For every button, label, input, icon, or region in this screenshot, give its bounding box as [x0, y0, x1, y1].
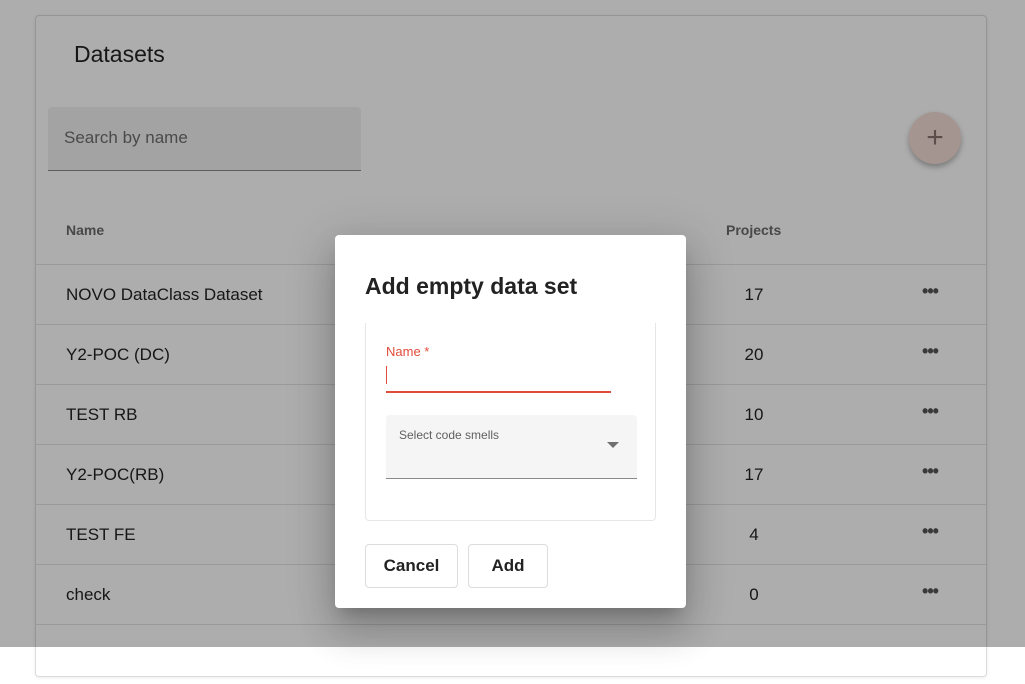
name-field-underline: [386, 391, 611, 393]
text-cursor: [386, 366, 387, 384]
name-input[interactable]: [386, 365, 615, 385]
code-smells-select-label: Select code smells: [399, 428, 500, 442]
code-smells-select[interactable]: Select code smells: [386, 415, 637, 479]
dialog-form: Name * Select code smells: [365, 323, 656, 521]
add-button[interactable]: Add: [468, 544, 548, 588]
add-dataset-dialog: Add empty data set Name * Select code sm…: [335, 235, 686, 608]
dialog-title: Add empty data set: [365, 273, 578, 299]
name-field-label: Name *: [386, 344, 430, 359]
dropdown-arrow-icon[interactable]: [607, 442, 619, 448]
cancel-button[interactable]: Cancel: [365, 544, 458, 588]
